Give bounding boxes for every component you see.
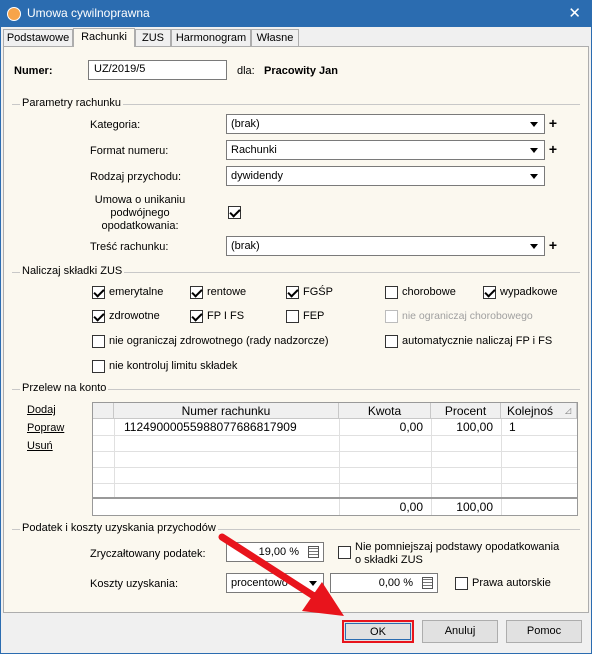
annotation-arrow bbox=[218, 533, 344, 616]
tab-rachunki[interactable]: Rachunki bbox=[73, 28, 135, 47]
